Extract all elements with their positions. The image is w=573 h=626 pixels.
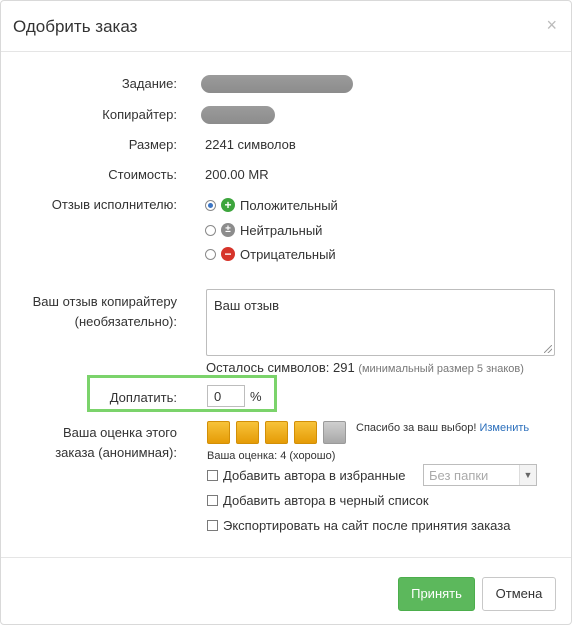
radio-neutral[interactable] — [205, 224, 216, 236]
accept-button[interactable]: Принять — [398, 577, 475, 611]
change-rating-link[interactable]: Изменить — [479, 422, 529, 434]
plus-minus-icon: ± — [221, 223, 235, 237]
feedback-label-line1: Ваш отзыв копирайтеру — [32, 294, 177, 309]
export-option[interactable]: Экспортировать на сайт после принятия за… — [207, 518, 510, 533]
rating-thanks: Спасибо за ваш выбор! Изменить — [356, 422, 529, 434]
rating-star-1[interactable] — [207, 421, 230, 444]
remaining-count: Осталось символов: 291 — [206, 360, 355, 375]
cancel-button[interactable]: Отмена — [482, 577, 556, 611]
blacklist-checkbox[interactable] — [207, 495, 218, 506]
extra-pay-input[interactable]: 0 — [207, 385, 245, 407]
export-label: Экспортировать на сайт после принятия за… — [223, 518, 511, 533]
rating-star-2[interactable] — [236, 421, 259, 444]
task-value-redacted — [201, 75, 353, 93]
approve-order-dialog: Одобрить заказ × Задание: Копирайтер: Ра… — [0, 0, 572, 625]
size-value: 2241 символов — [205, 137, 296, 152]
export-checkbox[interactable] — [207, 520, 218, 531]
close-icon[interactable]: × — [546, 15, 557, 36]
plus-icon: + — [221, 198, 235, 212]
review-label: Отзыв исполнителю: — [51, 197, 177, 212]
dialog-header: Одобрить заказ × — [1, 1, 571, 52]
thanks-text: Спасибо за ваш выбор! — [356, 422, 477, 434]
review-option-label: Положительный — [240, 197, 338, 213]
remaining-chars: Осталось символов: 291 (минимальный разм… — [206, 360, 524, 375]
rating-star-5[interactable] — [323, 421, 346, 444]
rating-star-4[interactable] — [294, 421, 317, 444]
footer-divider — [1, 557, 571, 558]
review-option-label: Нейтральный — [240, 222, 323, 238]
rating-star-3[interactable] — [265, 421, 288, 444]
rating-label-line2: заказа (анонимная): — [55, 445, 177, 460]
review-option-positive[interactable]: + Положительный — [205, 195, 338, 215]
size-label: Размер: — [128, 137, 177, 152]
favorites-option[interactable]: Добавить автора в избранные — [207, 468, 405, 483]
folder-select[interactable]: Без папки ▼ — [423, 464, 537, 486]
copywriter-value-redacted[interactable] — [201, 106, 275, 124]
task-label: Задание: — [121, 76, 177, 91]
feedback-placeholder: Ваш отзыв — [214, 298, 280, 313]
cost-label: Стоимость: — [108, 167, 177, 182]
rating-label: Ваша оценка этого заказа (анонимная): — [1, 423, 177, 463]
feedback-label-line2: (необязательно): — [74, 314, 177, 329]
minus-icon: − — [221, 247, 235, 261]
review-option-label: Отрицательный — [240, 246, 336, 262]
favorites-label: Добавить автора в избранные — [223, 468, 406, 483]
copywriter-label: Копирайтер: — [102, 107, 177, 122]
radio-negative[interactable] — [205, 248, 216, 260]
rating-label-line1: Ваша оценка этого — [63, 425, 177, 440]
extra-pay-label: Доплатить: — [109, 390, 177, 405]
favorites-checkbox[interactable] — [207, 470, 218, 481]
folder-select-value: Без папки — [429, 468, 489, 483]
resize-grip-icon[interactable] — [544, 345, 552, 353]
cost-value: 200.00 MR — [205, 167, 269, 182]
percent-sign: % — [250, 389, 262, 404]
rating-score: Ваша оценка: 4 (хорошо) — [207, 450, 336, 462]
review-option-negative[interactable]: − Отрицательный — [205, 244, 336, 264]
radio-positive[interactable] — [205, 199, 216, 211]
chevron-down-icon: ▼ — [519, 465, 536, 485]
blacklist-option[interactable]: Добавить автора в черный список — [207, 493, 429, 508]
rating-stars — [207, 421, 352, 444]
feedback-textarea[interactable]: Ваш отзыв — [206, 289, 555, 356]
review-option-neutral[interactable]: ± Нейтральный — [205, 220, 322, 240]
min-length-hint: (минимальный размер 5 знаков) — [358, 363, 524, 375]
dialog-title: Одобрить заказ — [13, 17, 138, 36]
feedback-label: Ваш отзыв копирайтеру (необязательно): — [1, 292, 177, 332]
blacklist-label: Добавить автора в черный список — [223, 493, 429, 508]
